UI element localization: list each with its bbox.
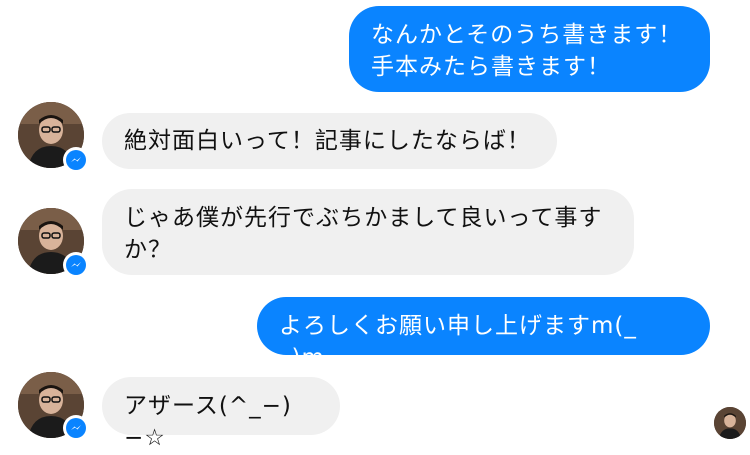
- message-bubble-received[interactable]: アザース(^_−)−☆: [102, 377, 340, 451]
- message-bubble-sent[interactable]: よろしくお願い申し上げますm(_ _)m: [257, 297, 710, 371]
- message-bubble-sent[interactable]: なんかとそのうち書きます！ 手本みたら書きます！: [349, 6, 710, 92]
- messenger-badge: [63, 147, 89, 173]
- messenger-badge: [63, 252, 89, 278]
- seen-avatar: [714, 407, 746, 439]
- message-bubble-received[interactable]: 絶対面白いって！記事にしたならば！: [102, 113, 557, 169]
- messenger-icon: [71, 262, 81, 267]
- messenger-badge: [63, 415, 89, 441]
- messenger-icon: [71, 425, 81, 430]
- message-bubble-received[interactable]: じゃあ僕が先行でぶちかまして良いって事す か？: [102, 189, 634, 275]
- messenger-icon: [71, 157, 81, 162]
- seen-avatar-icon: [714, 407, 746, 439]
